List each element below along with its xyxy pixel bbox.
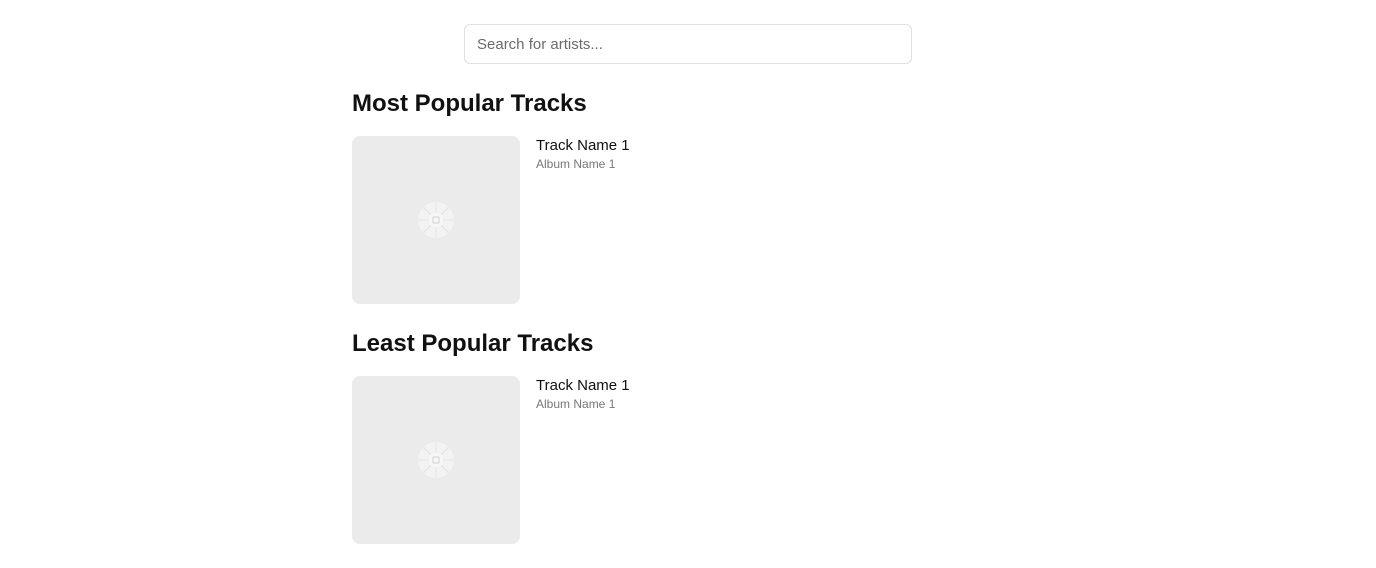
page: Most Popular Tracks: [0, 0, 1376, 568]
least-popular-section: Least Popular Tracks Track Name 1 Album …: [352, 324, 1024, 544]
album-name: Album Name 1: [536, 397, 616, 411]
track-name: Track Name 1: [536, 377, 630, 394]
track-item[interactable]: Track Name 1 Album Name 1: [352, 136, 1024, 304]
search-input[interactable]: [464, 24, 912, 64]
track-info: Track Name 1 Album Name 1: [536, 136, 630, 172]
track-item[interactable]: Track Name 1 Album Name 1: [352, 376, 1024, 544]
track-info: Track Name 1 Album Name 1: [536, 376, 630, 412]
track-name: Track Name 1: [536, 137, 630, 154]
section-title: Least Popular Tracks: [352, 330, 594, 357]
most-popular-section: Most Popular Tracks Track Name 1 Album N…: [352, 84, 1024, 304]
broken-image-icon: [418, 202, 454, 238]
main-content: Most Popular Tracks Track Name 1 Album N…: [352, 84, 1024, 544]
album-cover[interactable]: [352, 136, 520, 304]
search-bar: [464, 24, 912, 64]
album-name: Album Name 1: [536, 157, 616, 171]
section-title: Most Popular Tracks: [352, 90, 587, 117]
broken-image-icon: [418, 442, 454, 478]
album-cover[interactable]: [352, 376, 520, 544]
